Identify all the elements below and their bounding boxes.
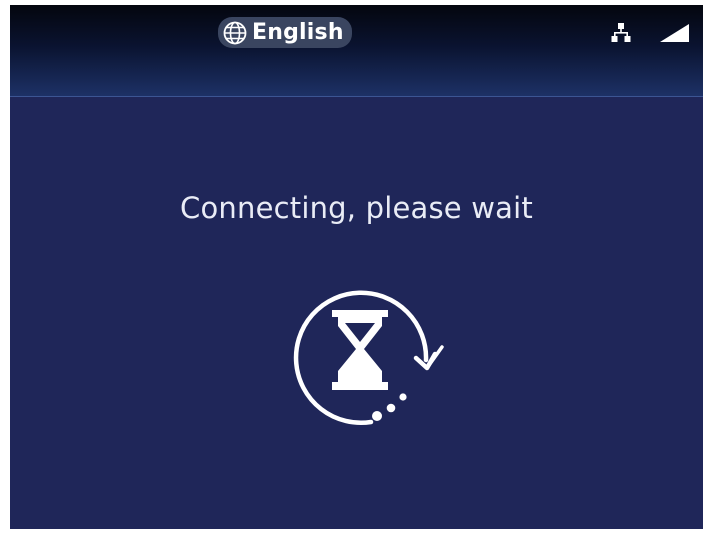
network-icon bbox=[611, 23, 631, 47]
language-label: English bbox=[252, 20, 344, 45]
language-selector[interactable]: English bbox=[218, 17, 352, 48]
globe-icon bbox=[222, 20, 248, 46]
hourglass-icon bbox=[284, 279, 444, 433]
top-bar: English bbox=[10, 5, 703, 97]
status-message: Connecting, please wait bbox=[180, 191, 533, 225]
signal-icon bbox=[660, 23, 690, 47]
app-screen: English Connecting, please wait bbox=[10, 5, 703, 529]
